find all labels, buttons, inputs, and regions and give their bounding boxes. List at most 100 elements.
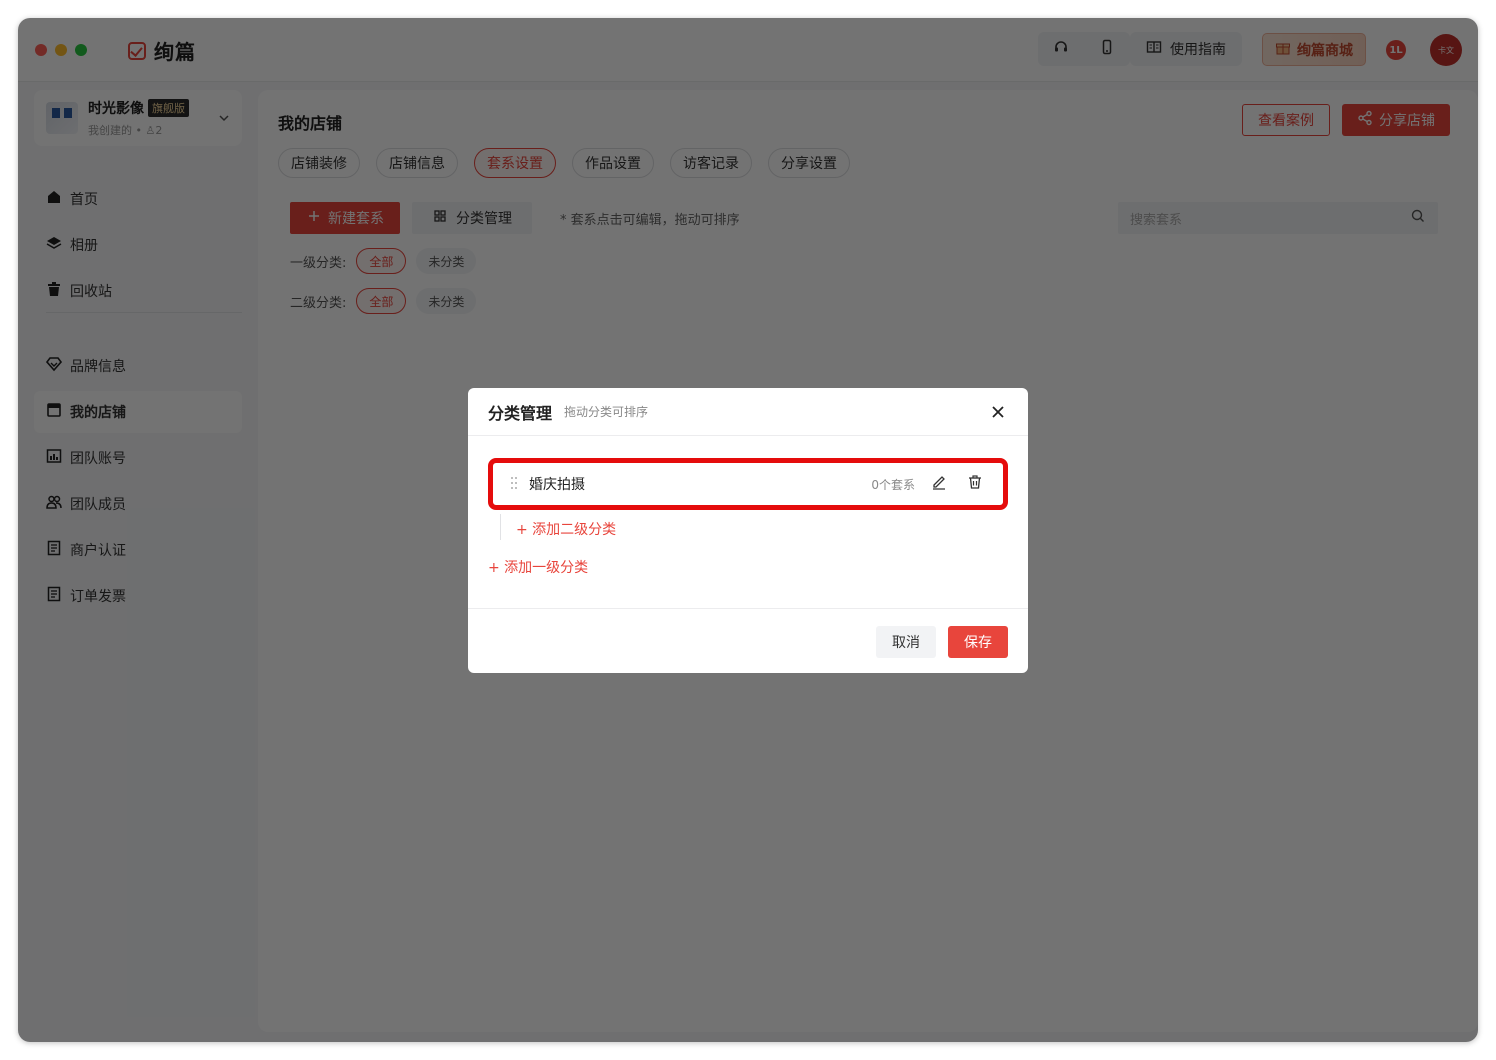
guide-button[interactable]: 使用指南 — [1130, 32, 1242, 66]
sidebar-item-label: 团队成员 — [70, 497, 126, 513]
guide-label: 使用指南 — [1170, 42, 1226, 58]
chart-icon — [46, 448, 62, 468]
dialog-title: 分类管理 — [488, 403, 553, 423]
share-store-button[interactable]: 分享店铺 — [1342, 104, 1450, 136]
new-package-button[interactable]: 新建套系 — [290, 202, 400, 234]
drag-handle-icon[interactable] — [509, 475, 529, 494]
sidebar-item-label: 首页 — [70, 192, 98, 208]
primary-category-filter: 一级分类: 全部 未分类 — [290, 248, 477, 274]
document-icon — [46, 540, 62, 560]
sidebar-item-my-store[interactable]: 我的店铺 — [34, 391, 242, 433]
edit-icon[interactable] — [931, 474, 947, 494]
store-icon — [46, 402, 62, 422]
share-icon — [1357, 110, 1373, 130]
toolbar-icon-group — [1038, 32, 1130, 66]
sidebar-item-label: 订单发票 — [70, 589, 126, 605]
category-count: 0个套系 — [871, 477, 915, 492]
maximize-window-button[interactable] — [75, 44, 87, 56]
sidebar-item-label: 回收站 — [70, 284, 112, 300]
tab-works-settings[interactable]: 作品设置 — [572, 148, 654, 178]
search-icon — [1410, 208, 1426, 228]
studio-meta: 我创建的 • ♙2 — [88, 124, 163, 137]
delete-icon[interactable] — [947, 474, 983, 494]
new-package-label: 新建套系 — [328, 211, 384, 227]
sidebar-item-label: 商户认证 — [70, 543, 126, 559]
category-management-button[interactable]: 分类管理 — [412, 202, 532, 234]
close-window-button[interactable] — [35, 44, 47, 56]
sidebar-item-invoice[interactable]: 订单发票 — [34, 575, 242, 617]
tab-visitor-records[interactable]: 访客记录 — [670, 148, 752, 178]
filter-chip-uncategorized[interactable]: 未分类 — [416, 248, 477, 274]
trash-icon — [46, 281, 62, 301]
sidebar-item-home[interactable]: 首页 — [34, 178, 242, 220]
cancel-button[interactable]: 取消 — [876, 626, 936, 658]
store-tabs: 店铺装修 店铺信息 套系设置 作品设置 访客记录 分享设置 — [278, 148, 850, 178]
gift-icon — [1275, 40, 1291, 60]
tab-package-settings[interactable]: 套系设置 — [474, 148, 556, 178]
dialog-subtitle: 拖动分类可排序 — [564, 405, 649, 419]
sidebar-item-label: 品牌信息 — [70, 359, 126, 375]
invoice-icon — [46, 586, 62, 606]
sidebar-item-merchant-auth[interactable]: 商户认证 — [34, 529, 242, 571]
filter-label: 一级分类: — [290, 255, 347, 271]
category-name: 婚庆拍摄 — [529, 477, 585, 493]
sort-hint: * 套系点击可编辑，拖动可排序 — [560, 212, 740, 228]
home-icon — [46, 189, 62, 209]
mall-button[interactable]: 绚篇商城 — [1262, 33, 1366, 66]
book-icon — [1146, 39, 1162, 59]
sidebar-item-recycle[interactable]: 回收站 — [34, 270, 242, 312]
sidebar-item-label: 相册 — [70, 238, 98, 254]
tree-connector — [500, 514, 501, 540]
logo-check-icon — [128, 41, 146, 60]
save-button[interactable]: 保存 — [948, 626, 1008, 658]
sidebar-item-label: 我的店铺 — [70, 405, 126, 421]
app-name: 绚篇 — [154, 40, 196, 64]
category-management-label: 分类管理 — [456, 211, 512, 227]
dialog-footer: 取消 保存 — [468, 608, 1028, 673]
tab-store-decoration[interactable]: 店铺装修 — [278, 148, 360, 178]
add-primary-category-link[interactable]: + 添加一级分类 — [488, 557, 588, 577]
titlebar: 绚篇 使用指南 绚篇商城 1L 卡文 — [18, 18, 1478, 82]
headset-icon[interactable] — [1053, 39, 1069, 59]
minimize-window-button[interactable] — [55, 44, 67, 56]
sidebar-item-team-account[interactable]: 团队账号 — [34, 437, 242, 479]
plus-icon — [306, 208, 322, 228]
package-toolbar: 新建套系 分类管理 * 套系点击可编辑，拖动可排序 — [290, 202, 740, 234]
sidebar-item-brand[interactable]: 品牌信息 — [34, 345, 242, 387]
filter-chip-all[interactable]: 全部 — [356, 288, 407, 314]
studio-thumbnail — [46, 102, 78, 134]
add-secondary-category-link[interactable]: + 添加二级分类 — [516, 519, 616, 539]
share-store-label: 分享店铺 — [1379, 113, 1435, 129]
view-cases-button[interactable]: 查看案例 — [1242, 104, 1330, 136]
layers-icon — [46, 235, 62, 255]
sidebar-item-label: 团队账号 — [70, 451, 126, 467]
diamond-icon — [45, 356, 63, 376]
sidebar-item-album[interactable]: 相册 — [34, 224, 242, 266]
tab-share-settings[interactable]: 分享设置 — [768, 148, 850, 178]
category-management-dialog: 分类管理 拖动分类可排序 婚庆拍摄 0个套系 + 添加二级分类 + 添加一级分类… — [468, 388, 1028, 673]
grid-icon — [432, 208, 448, 228]
category-row[interactable]: 婚庆拍摄 0个套系 — [488, 458, 1008, 510]
close-icon[interactable] — [988, 402, 1008, 422]
filter-chip-all[interactable]: 全部 — [356, 248, 407, 274]
notification-badge[interactable]: 1L — [1386, 40, 1406, 60]
chevron-down-icon — [218, 109, 230, 128]
tab-store-info[interactable]: 店铺信息 — [376, 148, 458, 178]
page-title: 我的店铺 — [278, 114, 343, 133]
studio-switcher[interactable]: 时光影像 旗舰版 我创建的 • ♙2 — [34, 90, 242, 146]
search-placeholder: 搜索套系 — [1130, 212, 1183, 228]
users-icon — [46, 494, 62, 514]
studio-plan-badge: 旗舰版 — [148, 99, 189, 117]
sidebar: 时光影像 旗舰版 我创建的 • ♙2 首页 相册 回收站 品牌信息 我的店铺 团… — [18, 82, 258, 1042]
secondary-category-filter: 二级分类: 全部 未分类 — [290, 288, 477, 314]
user-avatar[interactable]: 卡文 — [1430, 34, 1462, 66]
mall-label: 绚篇商城 — [1297, 42, 1353, 59]
studio-name: 时光影像 — [88, 101, 144, 117]
app-logo: 绚篇 — [128, 36, 196, 65]
filter-label: 二级分类: — [290, 295, 347, 311]
search-input[interactable]: 搜索套系 — [1118, 202, 1438, 234]
filter-chip-uncategorized[interactable]: 未分类 — [416, 288, 477, 314]
sidebar-divider — [46, 312, 242, 313]
sidebar-item-team-members[interactable]: 团队成员 — [34, 483, 242, 525]
mobile-icon[interactable] — [1099, 39, 1115, 59]
